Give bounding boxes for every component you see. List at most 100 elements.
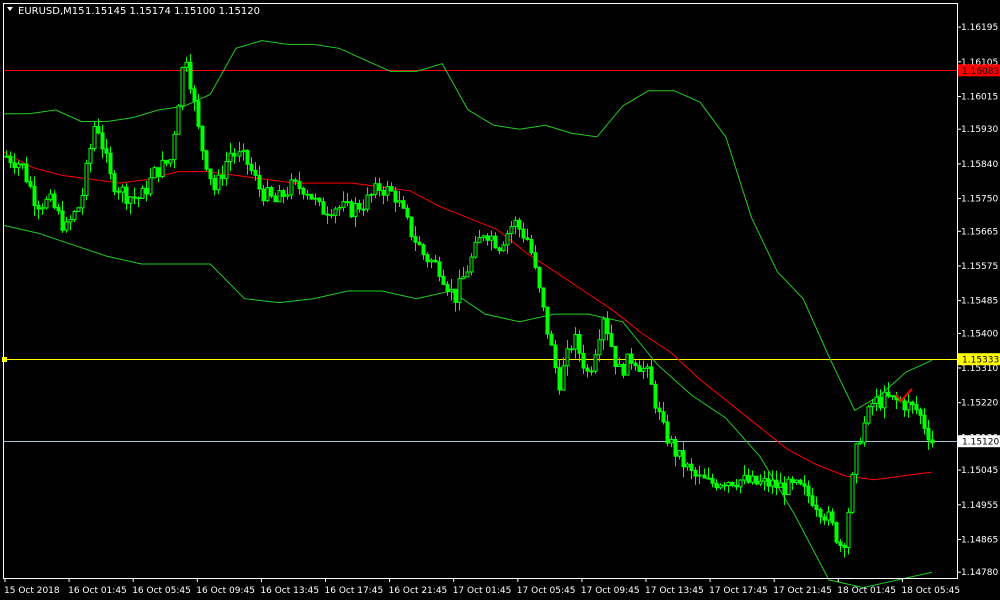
candlestick[interactable] — [204, 150, 209, 171]
candle-body — [80, 195, 85, 209]
candle-body — [561, 365, 566, 391]
candle-body — [830, 511, 835, 524]
candlestick[interactable] — [76, 206, 81, 213]
candle-body — [537, 266, 542, 289]
candle-body — [794, 479, 799, 484]
candle-body — [249, 163, 254, 172]
candle-body — [822, 516, 827, 521]
time-tick-label: 17 Oct 09:45 — [581, 586, 640, 596]
candlestick[interactable] — [850, 472, 855, 514]
candle-body — [120, 186, 125, 193]
price-tick-label: 1.14865 — [961, 536, 998, 546]
candle-body — [216, 174, 221, 191]
candle-body — [689, 463, 694, 471]
time-tick-label: 17 Oct 05:45 — [517, 586, 576, 596]
price-tag-label: 1.15333 — [962, 356, 999, 366]
candle-body — [329, 214, 334, 217]
candle-body — [886, 391, 891, 397]
candle-body — [56, 207, 61, 212]
price-chart[interactable]: EURUSD,M15 1.15145 1.15174 1.15100 1.151… — [0, 0, 1000, 600]
candlestick[interactable] — [866, 405, 871, 425]
candle-body — [870, 403, 875, 408]
candlestick[interactable] — [269, 185, 274, 199]
chart-header: EURUSD,M15 1.15145 1.15174 1.15100 1.151… — [7, 6, 260, 17]
time-tick-label: 17 Oct 21:45 — [773, 586, 832, 596]
line-drag-handle[interactable] — [2, 357, 7, 362]
candle-body — [321, 201, 326, 215]
candle-body — [806, 485, 811, 497]
candlestick[interactable] — [625, 353, 630, 376]
candle-body — [232, 152, 237, 157]
candlestick[interactable] — [545, 306, 550, 339]
candle-body — [677, 450, 682, 457]
candle-body — [754, 475, 759, 485]
candle-body — [313, 197, 318, 200]
candle-body — [641, 367, 646, 372]
candlestick[interactable] — [846, 508, 851, 555]
time-tick-label: 16 Oct 21:45 — [389, 586, 448, 596]
candle-body — [818, 509, 823, 518]
candle-body — [285, 194, 290, 197]
candle-body — [289, 179, 294, 196]
chart-background — [0, 0, 1000, 600]
candlestick[interactable] — [834, 521, 839, 544]
candle-body — [385, 186, 390, 196]
candle-body — [882, 391, 887, 409]
candle-body — [128, 196, 133, 204]
candle-body — [365, 194, 370, 210]
candlestick[interactable] — [152, 165, 157, 179]
candlestick[interactable] — [798, 478, 803, 486]
candlestick[interactable] — [92, 121, 97, 152]
candle-body — [168, 159, 173, 164]
candle-body — [156, 167, 161, 177]
candlestick[interactable] — [176, 104, 181, 135]
price-tick-label: 1.15750 — [961, 195, 998, 205]
time-tick-label: 16 Oct 01:45 — [68, 586, 127, 596]
candle-body — [758, 480, 763, 485]
candle-body — [902, 400, 907, 411]
candle-body — [782, 482, 787, 495]
candle-body — [834, 522, 839, 543]
price-tick-label: 1.14955 — [961, 501, 998, 511]
candle-body — [421, 244, 426, 256]
candlestick[interactable] — [84, 159, 89, 201]
candle-body — [441, 275, 446, 285]
candle-body — [369, 193, 374, 196]
candle-body — [92, 126, 97, 150]
candlestick[interactable] — [180, 66, 185, 111]
candle-body — [453, 288, 458, 303]
price-tick-label: 1.16195 — [961, 23, 998, 33]
time-tick-label: 17 Oct 13:45 — [645, 586, 704, 596]
candle-body — [433, 259, 438, 263]
candle-body — [24, 163, 29, 183]
candlestick[interactable] — [653, 380, 658, 414]
candle-body — [465, 271, 470, 278]
candlestick[interactable] — [786, 476, 791, 496]
candle-body — [505, 233, 510, 246]
candle-body — [305, 193, 310, 196]
candlestick[interactable] — [349, 199, 354, 219]
candle-body — [104, 148, 109, 154]
candle-body — [96, 126, 101, 134]
candlestick[interactable] — [409, 216, 414, 241]
candle-body — [373, 183, 378, 195]
price-tick-label: 1.15485 — [961, 297, 998, 307]
time-tick-label: 18 Oct 05:45 — [901, 586, 960, 596]
candle-body — [100, 132, 105, 150]
candle-body — [489, 235, 494, 241]
candle-body — [277, 190, 282, 203]
candlestick[interactable] — [309, 193, 314, 200]
candle-body — [84, 162, 89, 197]
candle-body — [850, 473, 855, 513]
candle-body — [8, 155, 13, 164]
candlestick[interactable] — [112, 170, 117, 196]
candle-body — [261, 188, 266, 202]
price-tick-label: 1.15575 — [961, 262, 998, 272]
candle-body — [693, 469, 698, 477]
candle-body — [802, 483, 807, 487]
candle-body — [557, 367, 562, 391]
candle-body — [714, 482, 719, 489]
candle-body — [361, 208, 366, 211]
candlestick[interactable] — [754, 475, 759, 486]
candle-body — [397, 200, 402, 203]
